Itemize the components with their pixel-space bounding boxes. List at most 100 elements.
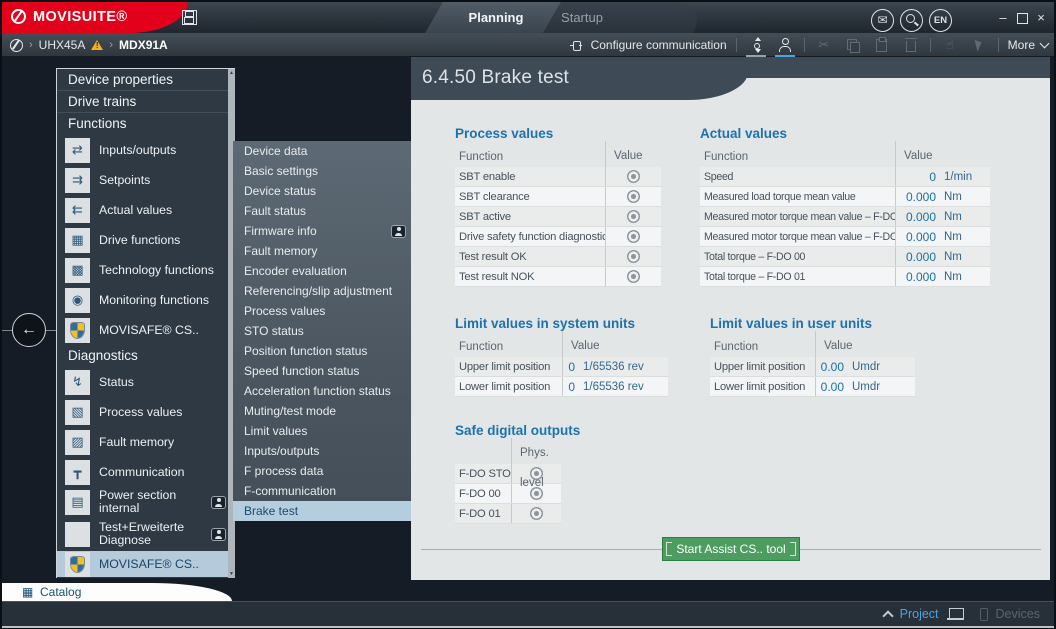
function-label: SBT clearance xyxy=(455,191,605,203)
submenu-item-acceleration-function-status[interactable]: Acceleration function status xyxy=(233,381,411,401)
submenu-item-position-function-status[interactable]: Position function status xyxy=(233,341,411,361)
submenu-item-muting-test-mode[interactable]: Muting/test mode xyxy=(233,401,411,421)
submenu-item-fault-status[interactable]: Fault status xyxy=(233,201,411,221)
table-row: Total torque – F-DO 010.000Nm xyxy=(700,267,990,287)
person-icon xyxy=(779,38,791,52)
expert-badge-icon xyxy=(212,529,225,540)
sidebar-section-drive-trains[interactable]: Drive trains xyxy=(57,91,235,113)
table-rows: SBT enableSBT clearanceSBT activeDrive s… xyxy=(455,167,661,287)
language-button[interactable]: EN xyxy=(929,9,952,32)
tab-planning[interactable]: Planning xyxy=(457,2,535,33)
envelope-icon: ✉ xyxy=(877,13,887,27)
value-text: 0 xyxy=(896,170,936,184)
delete-button[interactable] xyxy=(901,35,921,55)
save-icon[interactable] xyxy=(182,10,197,25)
sidebar-item-process-values[interactable]: ▧Process values xyxy=(57,397,235,427)
value-column-header: Value xyxy=(895,141,990,167)
maximize-button[interactable] xyxy=(1014,10,1030,26)
sidebar-item-fault-memory[interactable]: ▨Fault memory xyxy=(57,427,235,457)
cut-button[interactable]: ✂ xyxy=(814,35,834,55)
drive-functions-icon: ▦ xyxy=(65,228,90,253)
sidebar-item-label: MOVISAFE® CS.. xyxy=(99,558,199,571)
value-cell xyxy=(605,167,661,186)
devices-view-button[interactable]: Devices xyxy=(996,607,1040,621)
function-label: F-DO 00 xyxy=(455,488,511,500)
trash-icon xyxy=(906,41,916,52)
sidebar-item-drive-functions[interactable]: ▦Drive functions xyxy=(57,225,235,255)
user-mode-button[interactable] xyxy=(775,35,795,55)
main-title-band: 6.4.50 Brake test xyxy=(411,57,748,100)
value-cell xyxy=(605,227,661,246)
submenu-item-brake-test[interactable]: Brake test xyxy=(233,501,411,521)
function-label: Speed xyxy=(700,171,895,183)
sidebar-item-test-erweiterte-diagnose[interactable]: Test+Erweiterte Diagnose xyxy=(57,517,235,551)
project-view-button[interactable]: Project xyxy=(900,607,939,621)
submenu-item-sto-status[interactable]: STO status xyxy=(233,321,411,341)
topology-tool-button[interactable] xyxy=(746,35,766,55)
submenu-item-fault-memory[interactable]: Fault memory xyxy=(233,241,411,261)
submenu-item-f-process-data[interactable]: F process data xyxy=(233,461,411,481)
pan-button[interactable]: ☝ xyxy=(940,35,960,55)
axis-move-icon xyxy=(751,37,761,53)
messages-button[interactable]: ✉ xyxy=(871,9,894,32)
copy-button[interactable] xyxy=(843,35,863,55)
workspace: ← Device propertiesDrive trainsFunctions… xyxy=(2,57,1054,601)
sidebar-item-inputs-outputs[interactable]: ⇄Inputs/outputs xyxy=(57,135,235,165)
sidebar-item-actual-values[interactable]: ⇇Actual values xyxy=(57,195,235,225)
minimize-button[interactable]: – xyxy=(995,10,1011,26)
unit-text: 1/65536 rev xyxy=(583,381,644,393)
table-row: Lower limit position0.00Umdr xyxy=(710,377,915,397)
submenu-item-device-status[interactable]: Device status xyxy=(233,181,411,201)
sidebar-section-functions[interactable]: Functions xyxy=(57,113,235,135)
submenu-item-label: Acceleration function status xyxy=(244,381,405,401)
sidebar-item-power-section-internal[interactable]: ▤Power section internal xyxy=(57,487,235,517)
submenu-item-firmware-info[interactable]: Firmware info xyxy=(233,221,411,241)
table-row: Measured load torque mean value0.000Nm xyxy=(700,187,990,207)
sidebar-item-movisafe-cs[interactable]: MOVISAFE® CS.. xyxy=(57,315,235,345)
status-led-icon xyxy=(530,467,543,480)
close-button[interactable]: × xyxy=(1033,10,1049,26)
tab-startup[interactable]: Startup xyxy=(547,2,617,33)
sidebar-item-technology-functions[interactable]: ▩Technology functions xyxy=(57,255,235,285)
sidebar-item-movisafe-cs[interactable]: MOVISAFE® CS.. xyxy=(57,551,235,577)
submenu-item-process-values[interactable]: Process values xyxy=(233,301,411,321)
submenu-item-speed-function-status[interactable]: Speed function status xyxy=(233,361,411,381)
sidebar-section-device-properties[interactable]: Device properties xyxy=(57,69,235,91)
submenu-item-device-data[interactable]: Device data xyxy=(233,141,411,161)
sidebar-item-monitoring-functions[interactable]: ◉Monitoring functions xyxy=(57,285,235,315)
breadcrumb-device-current[interactable]: MDX91A xyxy=(119,38,168,52)
submenu-item-encoder-evaluation[interactable]: Encoder evaluation xyxy=(233,261,411,281)
table-row: Measured motor torque mean value – F-DO … xyxy=(700,227,990,247)
submenu-item-inputs-outputs[interactable]: Inputs/outputs xyxy=(233,441,411,461)
more-button[interactable]: More xyxy=(1008,38,1048,52)
table-rows: Upper limit position01/65536 revLower li… xyxy=(455,357,668,397)
sidebar-item-communication[interactable]: ┳Communication xyxy=(57,457,235,487)
home-icon[interactable] xyxy=(10,39,23,52)
chevron-up-icon[interactable] xyxy=(882,610,893,621)
submenu-item-referencing-slip-adjustment[interactable]: Referencing/slip adjustment xyxy=(233,281,411,301)
toolbar-separator xyxy=(804,38,805,52)
sidebar-section-diagnostics[interactable]: Diagnostics xyxy=(57,345,235,367)
catalog-label: Catalog xyxy=(40,585,81,599)
process-values-icon: ▧ xyxy=(65,400,90,425)
scissors-icon: ✂ xyxy=(818,37,829,53)
status-led-icon xyxy=(530,487,543,500)
submenu-item-limit-values[interactable]: Limit values xyxy=(233,421,411,441)
submenu-item-basic-settings[interactable]: Basic settings xyxy=(233,161,411,181)
search-button[interactable] xyxy=(900,9,923,32)
table-row: F-DO 01 xyxy=(455,504,561,524)
start-assist-tool-button[interactable]: Start Assist CS.. tool xyxy=(662,537,800,561)
breadcrumb-device-parent[interactable]: UHX45A xyxy=(39,38,86,52)
phone-icon xyxy=(980,608,988,621)
collapse-sidebar-button[interactable]: ← xyxy=(12,313,46,347)
submenu-item-f-communication[interactable]: F-communication xyxy=(233,481,411,501)
sidebar-item-setpoints[interactable]: ⇉Setpoints xyxy=(57,165,235,195)
paste-button[interactable] xyxy=(872,35,892,55)
configure-communication-button[interactable]: Configure communication xyxy=(591,38,727,52)
laptop-icon[interactable] xyxy=(947,608,964,620)
arrow-left-icon: ← xyxy=(21,321,37,339)
table-row: Test result OK xyxy=(455,247,661,267)
sidebar-item-status[interactable]: ↯Status xyxy=(57,367,235,397)
unit-text: 1/min xyxy=(944,171,972,183)
select-button[interactable] xyxy=(969,35,989,55)
